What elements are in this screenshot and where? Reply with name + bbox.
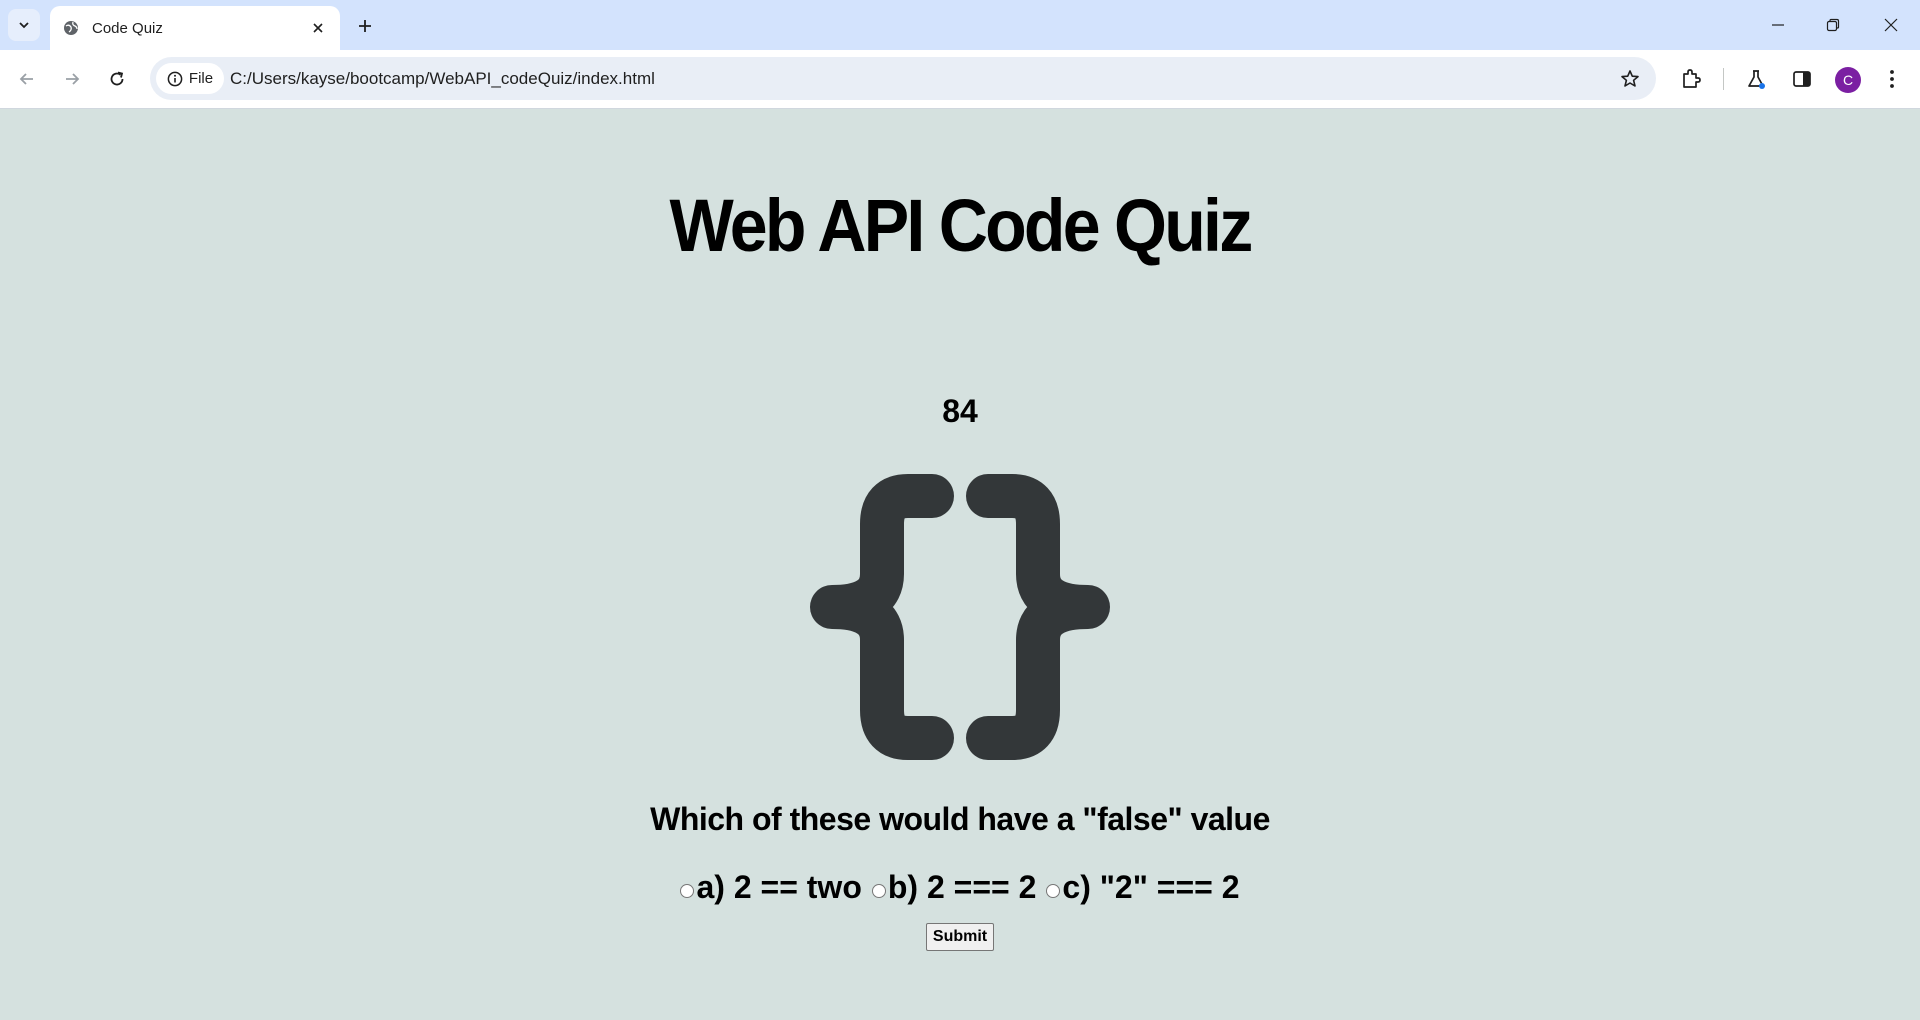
browser-toolbar: File C:/Users/kayse/bootcamp/WebAPI_code… [0,50,1920,109]
plus-icon [359,20,371,32]
side-panel-icon[interactable] [1786,63,1818,95]
page-title: Web API Code Quiz [669,184,1254,267]
choice-b[interactable]: b) 2 === 2 [871,869,1037,906]
choice-c-label: c) "2" === 2 [1062,869,1240,905]
site-chip-label: File [188,70,214,87]
choice-a-label: a) 2 == two [696,869,862,905]
question-text: Which of these would have a "false" valu… [650,801,1270,837]
forward-arrow-icon [66,73,80,85]
forward-button[interactable] [55,62,89,96]
minimize-icon [1772,24,1784,26]
timer-value: 84 [942,393,978,429]
choice-b-radio[interactable] [871,883,886,898]
quiz-page: Web API Code Quiz 84 Which of these woul… [0,109,1920,1020]
globe-icon [62,19,80,37]
address-bar[interactable]: File C:/Users/kayse/bootcamp/WebAPI_code… [150,57,1656,100]
choice-b-label: b) 2 === 2 [887,869,1037,905]
info-icon [167,71,183,86]
tab-title: Code Quiz [92,19,163,37]
close-tab-icon[interactable] [306,16,330,40]
restore-button[interactable] [1810,8,1856,42]
choice-a[interactable]: a) 2 == two [680,869,862,906]
back-arrow-icon [19,73,33,85]
close-icon [1884,18,1898,32]
tab-strip: Code Quiz [0,0,1920,50]
extensions-icon[interactable] [1675,63,1707,95]
back-button[interactable] [10,62,44,96]
labs-flask-icon[interactable] [1740,63,1772,95]
choice-a-radio[interactable] [680,883,695,898]
restore-icon [1826,18,1840,32]
toolbar-separator [1723,68,1724,90]
choice-c-radio[interactable] [1046,883,1061,898]
menu-kebab-icon[interactable] [1876,63,1908,95]
bookmark-star-icon[interactable] [1618,67,1642,91]
curly-braces-icon [810,474,1110,760]
chevron-down-icon [19,22,29,29]
minimize-button[interactable] [1755,8,1801,42]
close-window-button[interactable] [1868,8,1914,42]
reload-icon [110,71,124,86]
browser-tab[interactable]: Code Quiz [50,6,340,50]
answer-choices: a) 2 == two b) 2 === 2 c) "2" === 2 [0,869,1920,906]
submit-button[interactable]: Submit [926,923,994,951]
url-text[interactable]: C:/Users/kayse/bootcamp/WebAPI_codeQuiz/… [230,69,655,89]
reload-button[interactable] [100,62,134,96]
tab-search-button[interactable] [8,9,40,41]
new-tab-button[interactable] [350,11,380,41]
profile-avatar[interactable]: C [1835,67,1861,93]
site-info-chip[interactable]: File [156,63,224,94]
choice-c[interactable]: c) "2" === 2 [1046,869,1240,906]
